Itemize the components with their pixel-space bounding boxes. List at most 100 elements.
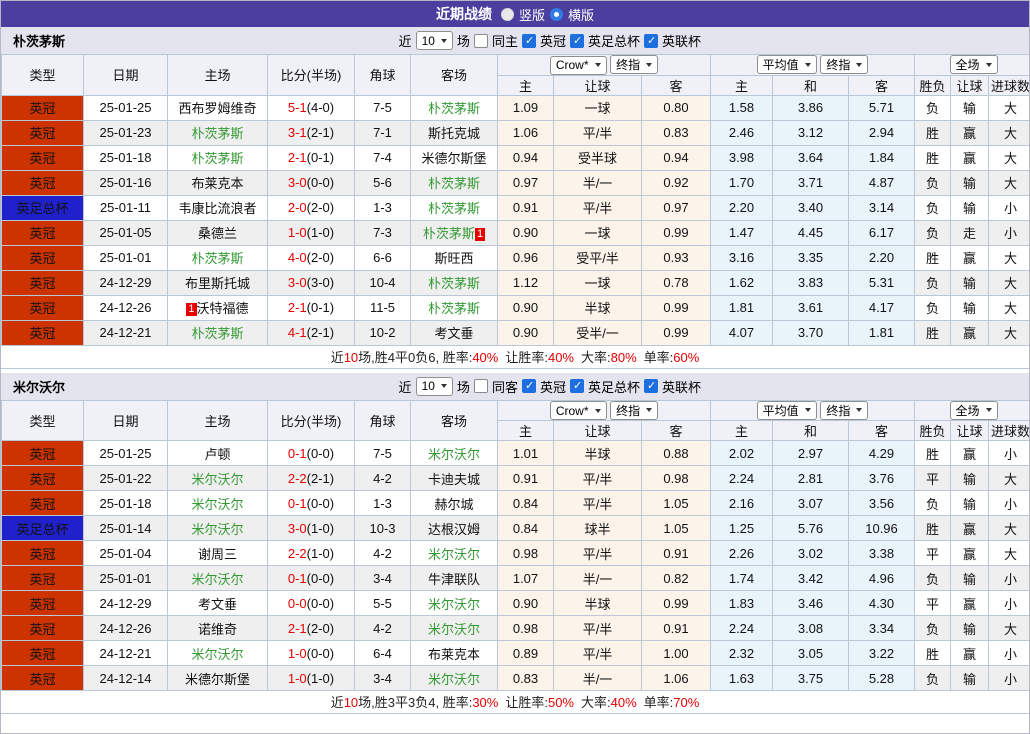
games-count-select[interactable]: 10 bbox=[415, 31, 453, 50]
red-card-badge: 1 bbox=[186, 303, 197, 316]
avg-time-value: 终指 bbox=[826, 58, 851, 73]
halftime-score: 0-0 bbox=[307, 646, 334, 661]
team-name-text: 布莱克本 bbox=[427, 646, 480, 662]
league-checkbox-league-cup[interactable] bbox=[643, 33, 658, 48]
match-date: 25-01-18 bbox=[83, 490, 168, 516]
match-date: 24-12-26 bbox=[83, 615, 168, 641]
avg-source-select[interactable]: 平均值 bbox=[756, 400, 817, 420]
team-name-text: 朴茨茅斯 bbox=[427, 176, 480, 191]
home-team-cell: 诺维奇 bbox=[167, 615, 268, 641]
result-wdl: 负 bbox=[914, 269, 952, 296]
avg-draw: 5.76 bbox=[772, 515, 849, 541]
page-title: 近期战绩 bbox=[435, 6, 492, 22]
avg-home: 2.02 bbox=[710, 440, 773, 466]
odds-time-value: 终指 bbox=[616, 403, 641, 418]
league-checkbox-fa-cup[interactable] bbox=[569, 33, 584, 48]
odds-away: 0.92 bbox=[641, 169, 711, 196]
avg-away: 3.38 bbox=[847, 540, 916, 566]
col-avg-home: 主 bbox=[710, 420, 773, 441]
match-row: 英冠24-12-26诺维奇2-12-04-2米尔沃尔0.98平/半0.912.2… bbox=[1, 615, 1029, 641]
team-name-text: 达根汉姆 bbox=[427, 521, 480, 537]
odds-handicap: 一球 bbox=[553, 219, 642, 246]
avg-draw: 3.75 bbox=[772, 665, 849, 691]
avg-draw: 3.07 bbox=[772, 490, 849, 516]
odds-company-select[interactable]: Crow* bbox=[549, 401, 607, 420]
match-row: 英冠25-01-16布莱克本3-00-05-6朴茨茅斯0.97半/一0.921.… bbox=[1, 169, 1029, 196]
halftime-score: 0-0 bbox=[307, 596, 334, 611]
match-row: 英冠25-01-23朴茨茅斯3-12-17-1斯托克城1.06平/半0.832.… bbox=[1, 119, 1029, 146]
avg-time-select[interactable]: 终指 bbox=[820, 55, 869, 75]
corners-cell: 6-6 bbox=[354, 244, 411, 271]
match-row: 英足总杯25-01-14米尔沃尔3-01-010-3达根汉姆0.84球半1.05… bbox=[1, 515, 1029, 541]
fulltime-score: 5-1 bbox=[287, 100, 307, 115]
result-handicap: 输 bbox=[950, 490, 990, 516]
league-checkbox-championship[interactable] bbox=[521, 379, 536, 393]
score-cell: 3-03-0 bbox=[267, 269, 355, 296]
avg-draw: 3.42 bbox=[772, 565, 849, 591]
avg-draw: 3.71 bbox=[772, 169, 849, 196]
same-venue-checkbox[interactable] bbox=[473, 379, 488, 393]
odds-home: 0.89 bbox=[497, 640, 554, 666]
odds-home: 0.90 bbox=[497, 294, 554, 321]
odds-time-select[interactable]: 终指 bbox=[610, 55, 659, 74]
result-wdl: 负 bbox=[914, 490, 952, 516]
same-venue-checkbox[interactable] bbox=[473, 33, 488, 48]
radio-horizontal-layout[interactable] bbox=[550, 7, 563, 21]
score-cell: 3-12-1 bbox=[267, 119, 355, 146]
odds-home: 0.84 bbox=[497, 515, 554, 541]
fulltime-score: 4-1 bbox=[287, 325, 307, 340]
odds-away: 1.05 bbox=[641, 490, 711, 516]
odds-company-select[interactable]: Crow* bbox=[549, 55, 607, 75]
avg-away: 3.56 bbox=[847, 490, 916, 516]
radio-vertical-layout[interactable] bbox=[500, 7, 514, 21]
scope-select[interactable]: 全场 bbox=[949, 400, 998, 420]
results-body: 英冠25-01-25卢顿0-10-07-5米尔沃尔1.01半球0.882.022… bbox=[1, 440, 1029, 691]
match-row: 英冠24-12-21朴茨茅斯4-12-110-2考文垂0.90受半/一0.994… bbox=[1, 319, 1029, 346]
team-name-text: 斯托克城 bbox=[427, 126, 480, 141]
team-name-text: 米尔沃尔 bbox=[191, 471, 244, 487]
team-name: 米尔沃尔 bbox=[13, 379, 66, 395]
away-team-cell: 朴茨茅斯 bbox=[410, 169, 498, 196]
chevron-down-icon bbox=[440, 38, 447, 43]
avg-away: 2.94 bbox=[847, 119, 916, 146]
home-team-cell: 米尔沃尔 bbox=[167, 490, 268, 516]
avg-time-select[interactable]: 终指 bbox=[820, 400, 869, 420]
games-count-select[interactable]: 10 bbox=[415, 376, 453, 396]
odds-home: 0.98 bbox=[497, 615, 554, 641]
odds-away: 1.06 bbox=[641, 665, 711, 691]
filters: 近 10 场 同主 英冠 英足总杯 英联杯 bbox=[399, 31, 701, 50]
odds-away: 0.93 bbox=[641, 244, 711, 271]
avg-draw: 3.12 bbox=[772, 119, 849, 146]
odds-away: 1.00 bbox=[641, 640, 711, 666]
away-team-cell: 朴茨茅斯 bbox=[410, 94, 498, 121]
result-handicap: 赢 bbox=[950, 640, 990, 666]
result-wdl: 胜 bbox=[914, 119, 952, 146]
team-name-text: 米德尔斯堡 bbox=[184, 671, 250, 687]
match-type-badge: 英冠 bbox=[1, 94, 84, 121]
scope-select[interactable]: 全场 bbox=[949, 55, 998, 75]
odds-away: 1.05 bbox=[641, 515, 711, 541]
games-count-value: 10 bbox=[421, 379, 435, 393]
result-wdl: 负 bbox=[914, 194, 952, 221]
home-team-cell: 朴茨茅斯 bbox=[167, 319, 268, 346]
league-checkbox-fa-cup[interactable] bbox=[569, 379, 584, 393]
result-goals: 大 bbox=[988, 144, 1029, 171]
avg-source-select[interactable]: 平均值 bbox=[756, 55, 817, 75]
avg-draw: 3.05 bbox=[772, 640, 849, 666]
chevron-down-icon bbox=[804, 408, 811, 413]
league-checkbox-league-cup[interactable] bbox=[643, 379, 658, 393]
league-checkbox-championship[interactable] bbox=[521, 33, 536, 48]
match-date: 24-12-29 bbox=[83, 590, 168, 616]
halftime-score: 1-0 bbox=[307, 225, 334, 240]
halftime-score: 0-0 bbox=[307, 446, 334, 461]
odds-time-select[interactable]: 终指 bbox=[610, 400, 659, 420]
home-team-cell: 米尔沃尔 bbox=[167, 640, 268, 666]
match-date: 24-12-29 bbox=[83, 269, 168, 296]
result-wdl: 负 bbox=[914, 219, 952, 246]
result-handicap: 赢 bbox=[950, 244, 990, 271]
halftime-score: 1-0 bbox=[307, 671, 334, 686]
avg-away: 10.96 bbox=[847, 515, 916, 541]
title-bar: 近期战绩 竖版 横版 bbox=[1, 1, 1029, 27]
match-date: 25-01-14 bbox=[83, 515, 168, 541]
avg-home: 3.16 bbox=[710, 244, 773, 271]
